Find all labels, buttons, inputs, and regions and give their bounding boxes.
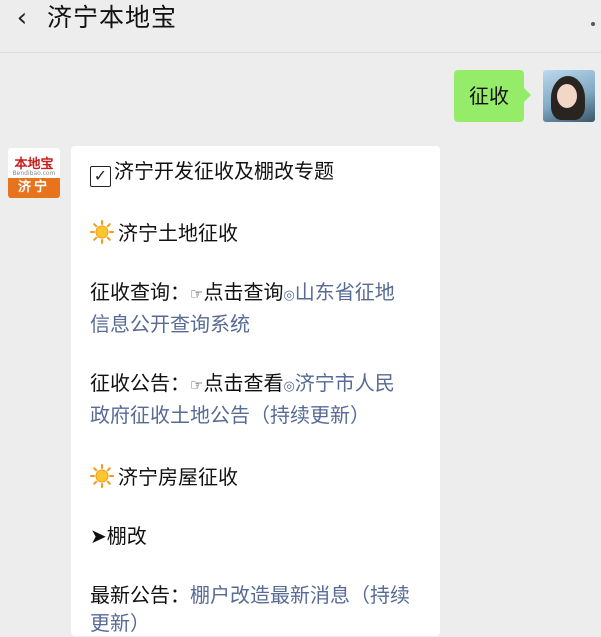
link-ring-icon: ◎ xyxy=(283,379,295,394)
sun-icon xyxy=(90,464,114,488)
avatar-face xyxy=(557,84,577,108)
outgoing-message[interactable]: 征收 xyxy=(454,70,531,122)
notice-link[interactable]: 济宁市人民 xyxy=(295,371,395,395)
pointing-hand-icon: ☞ xyxy=(190,376,204,394)
latest-link[interactable]: 棚户改造最新消息（持续 xyxy=(190,583,410,607)
bot-avatar-city: 济宁 xyxy=(8,178,60,198)
notice-link-cont[interactable]: 政府征收土地公告（持续更新） xyxy=(90,403,370,427)
section2-title: 济宁房屋征收 xyxy=(118,465,238,489)
bot-avatar-domain: Bendibao.com xyxy=(12,170,56,177)
arrow-right-icon: ➤ xyxy=(90,524,107,548)
notice-line: 征收公告：☞点击查看◎济宁市人民政府征收土地公告（持续更新） xyxy=(90,369,426,429)
sub-title: 棚改 xyxy=(106,524,147,548)
more-dots-icon[interactable] xyxy=(591,22,595,26)
chat-title: 济宁本地宝 xyxy=(47,3,178,32)
latest-line: 最新公告：棚户改造最新消息（持续更新） xyxy=(90,581,426,637)
user-avatar[interactable] xyxy=(543,70,595,122)
query-label: 征收查询： xyxy=(90,280,190,304)
link-ring-icon: ◎ xyxy=(283,288,295,303)
subtitle-line: ➤棚改 xyxy=(90,522,426,550)
query-line: 征收查询：☞点击查询◎山东省征地信息公开查询系统 xyxy=(90,278,426,338)
notice-label: 征收公告： xyxy=(90,371,190,395)
query-link[interactable]: 山东省征地 xyxy=(295,280,395,304)
latest-link-cont[interactable]: 更新） xyxy=(90,611,150,635)
top-bar: ‹ 济宁本地宝 xyxy=(0,0,601,53)
notice-action: 点击查看 xyxy=(203,371,284,395)
checkbox-icon: ✓ xyxy=(90,166,111,187)
sun-icon xyxy=(90,220,114,244)
section1-line: 济宁土地征收 xyxy=(90,216,426,247)
pointing-hand-icon: ☞ xyxy=(190,285,204,303)
heading-text: 济宁开发征收及棚改专题 xyxy=(114,159,334,183)
query-action: 点击查询 xyxy=(203,280,284,304)
query-link-cont[interactable]: 信息公开查询系统 xyxy=(90,312,250,336)
section2-line: 济宁房屋征收 xyxy=(90,460,426,491)
chevron-left-icon[interactable]: ‹ xyxy=(10,5,34,31)
latest-label: 最新公告： xyxy=(90,583,190,607)
heading-line: ✓ 济宁开发征收及棚改专题 xyxy=(90,157,426,187)
section1-title: 济宁土地征收 xyxy=(118,221,238,245)
bot-avatar[interactable]: 本地宝 Bendibao.com 济宁 xyxy=(8,148,60,198)
incoming-message: ✓ 济宁开发征收及棚改专题 济宁土地征收 征收查询：☞点击查询◎山东省征地 信息公开… xyxy=(71,146,440,636)
